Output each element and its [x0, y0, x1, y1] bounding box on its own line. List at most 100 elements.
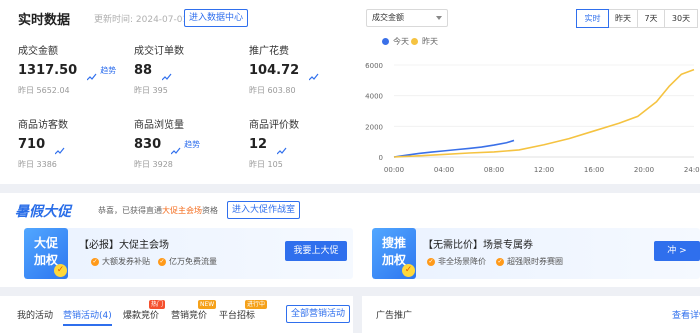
- metric-yesterday: 昨日 5652.04: [18, 86, 70, 95]
- metric-label: 成交订单数: [134, 46, 184, 57]
- x-tick-label: 04:00: [434, 166, 454, 174]
- metric-value: 12: [249, 137, 268, 152]
- metric-yesterday: 昨日 3386: [18, 160, 57, 169]
- in-progress-tag: 进行中: [245, 300, 268, 309]
- tab-yesterday[interactable]: 昨天: [608, 9, 638, 28]
- metric-label: 商品访客数: [18, 120, 68, 131]
- feature-text: 大额发券补贴: [102, 257, 150, 266]
- promo-logo: 暑假大促: [15, 204, 71, 220]
- metric-card: 商品访客数 710 昨日 3386: [18, 116, 128, 169]
- go-button[interactable]: 冲 >: [654, 241, 700, 261]
- x-tick-label: 20:00: [634, 166, 654, 174]
- ad-details-link[interactable]: 查看详情: [672, 308, 700, 321]
- check-icon: ✓: [427, 257, 435, 266]
- war-room-button[interactable]: 进入大促作战室: [227, 201, 301, 219]
- promo-tip-suffix: 资格: [202, 206, 218, 215]
- trend-icon[interactable]: [170, 140, 181, 155]
- range-tabs: 实时 昨天 7天 30天: [576, 9, 698, 28]
- tab-7days[interactable]: 7天: [637, 9, 665, 28]
- ad-panel: 广告推广 查看详情: [362, 296, 700, 333]
- feature-text: 超强限时券赛圈: [507, 257, 563, 266]
- metric-select[interactable]: 成交金额: [366, 9, 448, 27]
- legend-today-label: 今天: [393, 37, 409, 46]
- trend-icon[interactable]: [276, 140, 287, 155]
- promo-card-title: 【无需比价】场景专属券: [423, 240, 533, 251]
- badge-top: 大促: [33, 236, 58, 250]
- promo-card-badge: 搜推 加权 ✓: [372, 228, 416, 279]
- join-promo-button[interactable]: 我要上大促: [285, 241, 347, 261]
- trend-icon[interactable]: [54, 140, 65, 155]
- series-line-yesterday: [393, 68, 695, 158]
- metric-card: 成交金额 1317.50 昨日 5652.04 趋势: [18, 42, 128, 95]
- enter-data-center-button[interactable]: 进入数据中心: [184, 9, 249, 27]
- metric-yesterday: 昨日 395: [134, 86, 168, 95]
- tab-platform-tender[interactable]: 平台招标: [219, 308, 255, 321]
- trend-link[interactable]: 趋势: [184, 139, 200, 150]
- all-marketing-button[interactable]: 全部营销活动: [286, 305, 351, 323]
- promo-panel: 暑假大促 恭喜，已获得直通大促主会场资格 进入大促作战室 大促 加权 ✓ 【必报…: [0, 193, 700, 287]
- y-tick-label: 6000: [365, 62, 383, 70]
- metric-label: 商品评价数: [249, 120, 299, 131]
- check-icon: ✓: [496, 257, 504, 266]
- trend-icon[interactable]: [86, 66, 97, 81]
- check-icon: ✓: [91, 257, 99, 266]
- tab-30days[interactable]: 30天: [664, 9, 698, 28]
- badge-top: 搜推: [381, 236, 406, 250]
- realtime-title: 实时数据: [18, 13, 71, 28]
- x-tick-label: 08:00: [484, 166, 504, 174]
- metric-value: 88: [134, 63, 153, 78]
- promo-card-title: 【必报】大促主会场: [79, 240, 169, 251]
- metric-card: 商品浏览量 830 昨日 3928 趋势: [134, 116, 244, 169]
- metric-yesterday: 昨日 603.80: [249, 86, 296, 95]
- promo-card-badge: 大促 加权 ✓: [24, 228, 68, 279]
- metric-value: 830: [134, 137, 162, 152]
- tab-marketing-bidding[interactable]: 营销竞价: [171, 308, 207, 321]
- trend-link[interactable]: 趋势: [100, 65, 116, 76]
- promo-tip: 恭喜，已获得直通大促主会场资格: [98, 205, 218, 216]
- check-icon: ✓: [54, 264, 67, 277]
- y-tick-label: 0: [379, 154, 383, 162]
- sales-line-chart: 0 2000 4000 6000 00:00 04:00 08:00 12:00 16:00 20…: [365, 62, 700, 174]
- x-tick-label: 00:00: [384, 166, 404, 174]
- metric-value: 710: [18, 137, 46, 152]
- metric-value: 1317.50: [18, 63, 78, 78]
- promo-card-feature: ✓ 非全场景降价: [427, 256, 486, 267]
- x-tick-label: 16:00: [584, 166, 604, 174]
- metric-yesterday: 昨日 105: [249, 160, 283, 169]
- metric-label: 成交金额: [18, 46, 58, 57]
- promo-tip-highlight[interactable]: 大促主会场: [162, 206, 202, 215]
- trend-icon[interactable]: [308, 66, 319, 81]
- y-tick-label: 2000: [365, 123, 383, 131]
- promo-card-feature: ✓ 亿万免费流量: [158, 256, 217, 267]
- ad-panel-title: 广告推广: [376, 311, 413, 321]
- metric-card: 推广花费 104.72 昨日 603.80: [249, 42, 359, 95]
- metric-label: 推广花费: [249, 46, 289, 57]
- metric-card: 商品评价数 12 昨日 105: [249, 116, 359, 169]
- tab-marketing-activity[interactable]: 营销活动(4): [63, 308, 112, 326]
- tab-realtime[interactable]: 实时: [576, 9, 609, 28]
- y-tick-label: 4000: [365, 93, 383, 101]
- trend-icon[interactable]: [161, 66, 172, 81]
- promo-card-feature: ✓ 超强限时券赛圈: [496, 256, 563, 267]
- check-icon: ✓: [158, 257, 166, 266]
- activity-panel: 我的活动 营销活动(4) 爆款竞价 热门 营销竞价 NEW 平台招标 进行中 全…: [0, 296, 353, 333]
- tab-my-activity[interactable]: 我的活动: [17, 308, 53, 321]
- hot-tag: 热门: [149, 300, 166, 309]
- promo-card-coupon[interactable]: 搜推 加权 ✓ 【无需比价】场景专属券 ✓ 非全场景降价 ✓ 超强限时券赛圈 冲 >: [372, 228, 700, 279]
- legend-today: 今天: [382, 36, 409, 47]
- promo-card-main-venue[interactable]: 大促 加权 ✓ 【必报】大促主会场 ✓ 大额发券补贴 ✓ 亿万免费流量 我要上大促: [24, 228, 353, 279]
- legend-today-swatch: [382, 38, 389, 45]
- promo-card-feature: ✓ 大额发券补贴: [91, 256, 150, 267]
- legend-yesterday-label: 昨天: [422, 37, 438, 46]
- metric-select-value: 成交金额: [372, 13, 404, 22]
- legend-yesterday: 昨天: [411, 36, 438, 47]
- tab-hot-bidding[interactable]: 爆款竞价: [123, 308, 159, 321]
- metric-yesterday: 昨日 3928: [134, 160, 173, 169]
- x-tick-label: 24:00: [684, 166, 700, 174]
- metric-value: 104.72: [249, 63, 300, 78]
- legend-yesterday-swatch: [411, 38, 418, 45]
- new-tag: NEW: [198, 300, 217, 309]
- chevron-down-icon: [436, 16, 442, 20]
- feature-text: 非全场景降价: [438, 257, 486, 266]
- feature-text: 亿万免费流量: [169, 257, 217, 266]
